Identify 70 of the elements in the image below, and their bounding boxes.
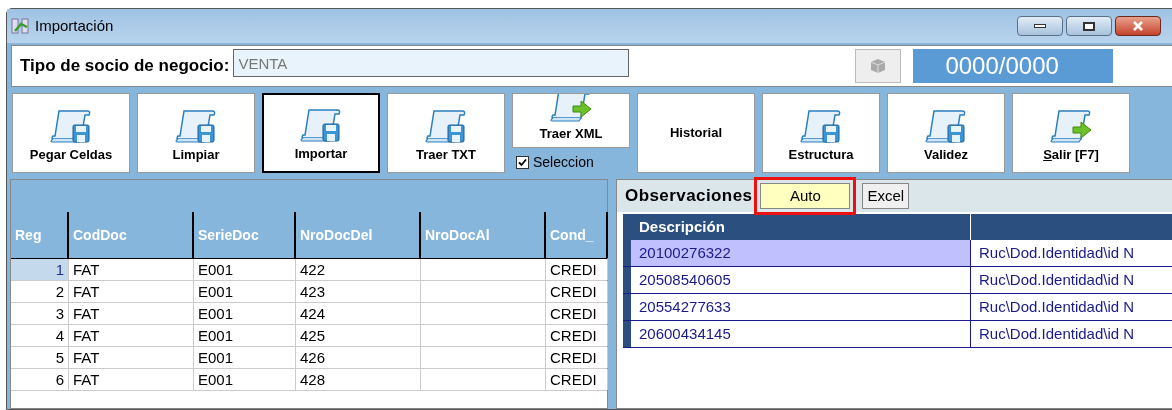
table-cell: E001 <box>194 325 296 346</box>
scroll-disk-icon <box>299 107 343 144</box>
table-cell: 424 <box>296 303 421 324</box>
toolbar-button[interactable]: Traer XML <box>512 93 630 148</box>
table-cell-text: Ruc\Dod.Identidad\id N <box>978 297 1136 317</box>
row-number: 5 <box>11 347 69 368</box>
cube-button[interactable] <box>855 49 902 83</box>
table-cell: 422 <box>296 259 421 280</box>
toolbar-button[interactable]: Salir [F7] <box>1012 93 1130 173</box>
toolbar-button[interactable]: Importar <box>262 93 380 173</box>
table-cell: FAT <box>69 259 194 280</box>
table-cell: E001 <box>194 369 296 390</box>
table-cell: 20600434145 <box>631 321 971 347</box>
window-title: Importación <box>35 15 114 36</box>
row-number: 2 <box>11 281 69 302</box>
table-cell: FAT <box>69 347 194 368</box>
partner-type-field[interactable]: VENTA <box>233 49 630 77</box>
scroll-disk-icon <box>49 108 93 145</box>
scroll-disk-icon <box>424 108 468 145</box>
scroll-disk-icon <box>799 108 843 145</box>
row-number: 4 <box>11 325 69 346</box>
row-number: 6 <box>11 369 69 390</box>
toolbar-button[interactable]: Limpiar <box>137 93 255 173</box>
app-icon <box>11 17 31 35</box>
close-button[interactable] <box>1115 16 1161 36</box>
table-cell: FAT <box>69 369 194 390</box>
row-number: 1 <box>11 259 69 280</box>
toolbar-button[interactable]: Validez <box>887 93 1005 173</box>
table-cell: E001 <box>194 281 296 302</box>
toolbar-button[interactable]: Historial <box>637 93 755 173</box>
partner-type-label: Tipo de socio de negocio: <box>20 55 230 78</box>
table-cell: CREDI <box>546 281 608 302</box>
checkbox[interactable] <box>516 156 529 169</box>
panel-button[interactable]: Excel <box>862 183 910 209</box>
table-cell: 425 <box>296 325 421 346</box>
table-cell: FAT <box>69 303 194 324</box>
table-cell: CREDI <box>546 303 608 324</box>
table-cell: 20508540605 <box>631 267 971 293</box>
toolbar-button[interactable]: Estructura <box>762 93 880 173</box>
table-cell: E001 <box>194 259 296 280</box>
table-cell-text: Ruc\Dod.Identidad\id N <box>978 270 1136 290</box>
panel-title: Observaciones <box>625 185 753 208</box>
table-cell: E001 <box>194 303 296 324</box>
scroll-arrow-icon <box>1049 108 1093 145</box>
table-cell: E001 <box>194 347 296 368</box>
table-cell: 426 <box>296 347 421 368</box>
table-cell-text: Ruc\Dod.Identidad\id N <box>978 324 1136 344</box>
table-cell: CREDI <box>546 369 608 390</box>
scroll-disk-icon <box>924 108 968 145</box>
record-counter: 0000/0000 <box>913 49 1114 83</box>
checkbox-label: Seleccion <box>533 153 594 172</box>
maximize-button[interactable] <box>1066 16 1112 36</box>
row-number: 3 <box>11 303 69 324</box>
table-cell-text: Ruc\Dod.Identidad\id N <box>978 243 1136 263</box>
table-cell: CREDI <box>546 347 608 368</box>
table-cell: CREDI <box>546 325 608 346</box>
table-cell: 423 <box>296 281 421 302</box>
scroll-arrow-icon <box>549 94 593 124</box>
scroll-disk-icon <box>174 108 218 145</box>
minimize-button[interactable] <box>1017 16 1063 36</box>
table-cell: 20554277633 <box>631 294 971 320</box>
table-cell: CREDI <box>546 259 608 280</box>
cube-icon <box>870 58 887 74</box>
table-cell: FAT <box>69 325 194 346</box>
table-cell: 20100276322 <box>631 240 971 266</box>
table-cell: 428 <box>296 369 421 390</box>
toolbar-button[interactable]: Pegar Celdas <box>12 93 130 173</box>
toolbar-button[interactable]: Traer TXT <box>387 93 505 173</box>
table-cell: FAT <box>69 281 194 302</box>
close-icon <box>1132 21 1144 31</box>
